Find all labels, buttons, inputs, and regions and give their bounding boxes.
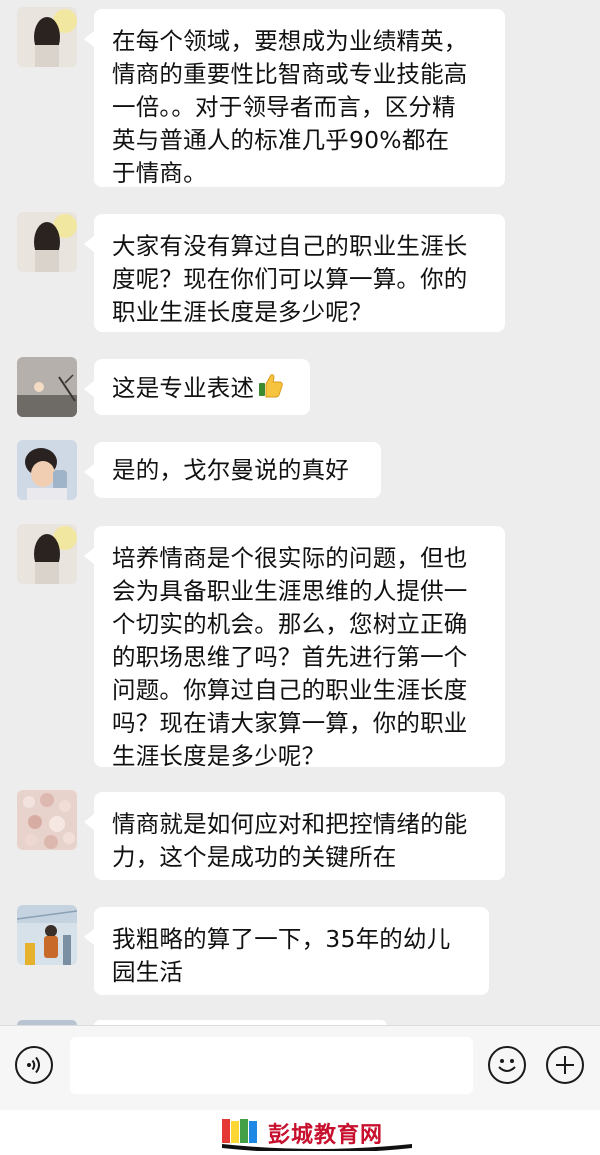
message-bubble[interactable]: 情商就是如何应对和把控情绪的能 力，这个是成功的关键所在 xyxy=(84,792,505,880)
emoji-button[interactable] xyxy=(488,1046,526,1084)
message-bubble[interactable]: 是的，戈尔曼说的真好 xyxy=(84,442,381,498)
message-text-line: 于情商。 xyxy=(112,159,207,187)
emoji-icon xyxy=(498,1059,516,1072)
message-text-line: 生涯长度是多少呢？ xyxy=(112,742,326,770)
message-text-line: 力，这个是成功的关键所在 xyxy=(112,843,397,871)
input-bar xyxy=(0,1025,600,1111)
avatar[interactable] xyxy=(17,212,77,272)
message-text-line: 在每个领域，要想成为业绩精英， xyxy=(112,27,468,55)
voice-icon xyxy=(27,1056,40,1074)
watermark-text: 彭城教育网 xyxy=(268,1123,384,1148)
plus-icon xyxy=(556,1056,574,1074)
message-bubble[interactable]: 这是专业表述 xyxy=(84,359,310,415)
message-text: 这是专业表述 xyxy=(112,374,255,402)
message-text-line: 培养情商是个很实际的问题，但也 xyxy=(112,544,468,572)
message-text-line: 是的，戈尔曼说的真好 xyxy=(112,456,349,484)
message-text-line: 英与普通人的标准几乎90%都在 xyxy=(112,126,450,154)
avatar[interactable] xyxy=(17,524,77,584)
thumbs-up-icon xyxy=(256,371,284,408)
message-input[interactable] xyxy=(70,1037,473,1094)
message-bubble[interactable]: 大家有没有算过自己的职业生涯长 度呢？现在你们可以算一算。你的 职业生涯长度是多… xyxy=(84,214,505,332)
message-text-line: 度呢？现在你们可以算一算。你的 xyxy=(112,265,468,293)
avatar[interactable] xyxy=(17,357,77,417)
avatar[interactable] xyxy=(17,905,77,965)
plus-button[interactable] xyxy=(546,1046,584,1084)
message-text-line: 大家有没有算过自己的职业生涯长 xyxy=(112,232,468,260)
message-text-line: 个切实的机会。那么，您树立正确 xyxy=(112,610,468,638)
avatar[interactable] xyxy=(17,440,77,500)
message-bubble[interactable]: 培养情商是个很实际的问题，但也 会为具备职业生涯思维的人提供一 个切实的机会。那… xyxy=(84,526,505,770)
message-text-line: 会为具备职业生涯思维的人提供一 xyxy=(112,577,468,605)
message-text-line: 情商就是如何应对和把控情绪的能 xyxy=(112,810,468,838)
message-bubble[interactable]: 在每个领域，要想成为业绩精英， 情商的重要性比智商或专业技能高 一倍。。对于领导… xyxy=(84,9,505,187)
message-text-line: 这是专业表述 xyxy=(112,371,292,408)
avatar[interactable] xyxy=(17,790,77,850)
message-text-line: 的职场思维了吗？首先进行第一个 xyxy=(112,643,468,671)
message-text-line: 园生活 xyxy=(112,958,184,986)
message-text-line: 情商的重要性比智商或专业技能高 xyxy=(112,60,468,88)
message-text-line: 问题。你算过自己的职业生涯长度 xyxy=(112,676,468,704)
chat-message-list[interactable]: 在每个领域，要想成为业绩精英， 情商的重要性比智商或专业技能高 一倍。。对于领导… xyxy=(0,0,600,1025)
avatar[interactable] xyxy=(17,7,77,67)
message-text-line: 吗？现在请大家算一算，你的职业 xyxy=(112,709,468,737)
message-bubble[interactable]: 我粗略的算了一下，35年的幼儿 园生活 xyxy=(84,907,489,995)
message-text-line: 我粗略的算了一下，35年的幼儿 xyxy=(112,925,451,953)
voice-button[interactable] xyxy=(15,1046,53,1084)
message-text-line: 一倍。。对于领导者而言，区分精 xyxy=(112,93,456,121)
message-text-line: 职业生涯长度是多少呢？ xyxy=(112,298,373,326)
